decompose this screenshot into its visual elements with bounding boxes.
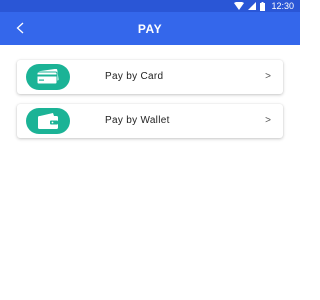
signal-icon <box>248 2 257 10</box>
page-title: PAY <box>137 21 163 36</box>
chevron-right-icon: > <box>265 71 271 82</box>
wifi-icon <box>234 2 245 10</box>
wallet-icon <box>26 108 70 134</box>
pay-by-wallet-option[interactable]: Pay by Wallet > <box>17 104 283 138</box>
back-arrow-icon <box>16 22 24 34</box>
back-button[interactable] <box>12 19 28 37</box>
status-time: 12:30 <box>271 1 294 11</box>
pay-by-card-option[interactable]: Pay by Card > <box>17 60 283 94</box>
credit-card-icon <box>26 64 70 90</box>
status-bar: 12:30 <box>0 0 300 12</box>
pay-by-card-label: Pay by Card <box>105 71 164 82</box>
pay-by-wallet-label: Pay by Wallet <box>105 115 170 126</box>
battery-icon <box>260 1 266 11</box>
chevron-right-icon: > <box>265 115 271 126</box>
app-bar: PAY <box>0 12 300 45</box>
